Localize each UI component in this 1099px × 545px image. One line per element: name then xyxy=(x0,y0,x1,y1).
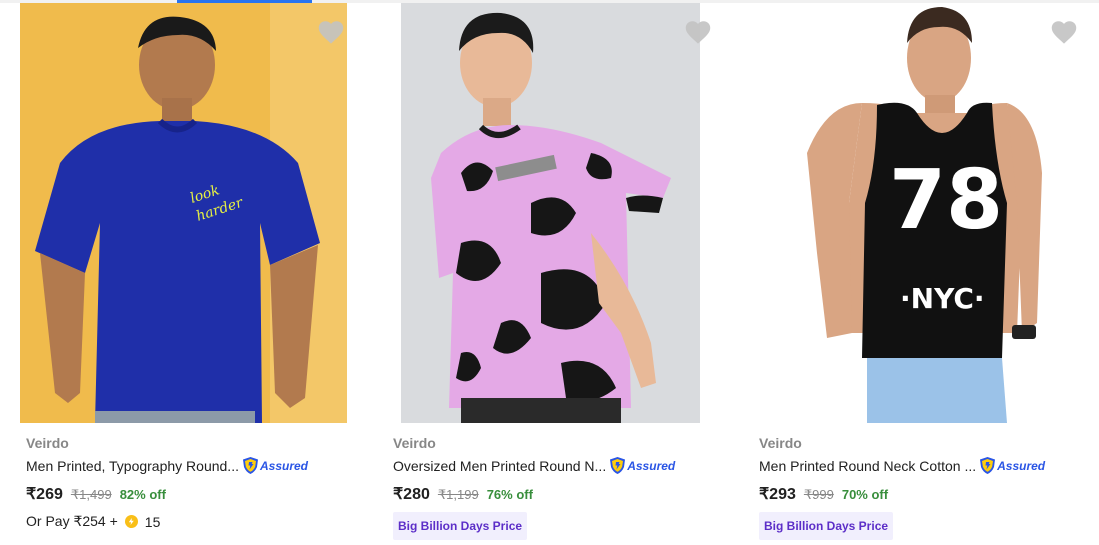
assured-label: Assured xyxy=(259,458,309,473)
product-image-container[interactable]: 78 ·NYC· xyxy=(753,3,1093,423)
product-brand: Veirdo xyxy=(26,435,69,451)
selling-price: ₹293 xyxy=(759,486,796,503)
svg-text:·NYC·: ·NYC· xyxy=(900,282,985,315)
assured-badge: Assured xyxy=(242,456,308,475)
original-price: ₹1,499 xyxy=(70,487,112,502)
product-title[interactable]: Men Printed, Typography Round... xyxy=(26,458,239,474)
assured-label: Assured xyxy=(627,458,676,473)
product-image-container[interactable]: look harder xyxy=(20,3,360,423)
deal-badge: Big Billion Days Price xyxy=(393,512,528,540)
wishlist-heart-icon[interactable] xyxy=(317,19,345,45)
product-photo-blue-tshirt[interactable]: look harder xyxy=(20,3,347,423)
price-row: ₹293 ₹999 70% off xyxy=(759,484,888,504)
discount-percent: 70% off xyxy=(841,487,889,502)
wishlist-heart-icon[interactable] xyxy=(1050,19,1078,45)
selling-price: ₹269 xyxy=(26,486,63,503)
price-row: ₹280 ₹1,199 76% off xyxy=(393,484,533,504)
original-price: ₹999 xyxy=(803,487,834,502)
assured-shield-icon xyxy=(242,457,258,474)
svg-text:78: 78 xyxy=(889,153,1003,248)
assured-badge: Assured xyxy=(979,456,1045,475)
discount-percent: 82% off xyxy=(119,487,166,502)
product-card-1[interactable]: look harder Veirdo Men Printed, Typograp… xyxy=(20,3,360,545)
product-card-2[interactable]: Veirdo Oversized Men Printed Round N... … xyxy=(387,3,727,545)
product-brand: Veirdo xyxy=(759,435,802,451)
product-card-3[interactable]: 78 ·NYC· Veirdo Men Printed Round Neck C… xyxy=(753,3,1093,545)
pay-with-coins-offer: Or Pay ₹254 + 15 xyxy=(26,513,160,530)
assured-label: Assured xyxy=(997,458,1046,473)
product-title[interactable]: Oversized Men Printed Round N... xyxy=(393,458,606,474)
discount-percent: 76% off xyxy=(486,487,533,502)
wishlist-heart-icon[interactable] xyxy=(684,19,712,45)
supercoin-icon xyxy=(124,515,138,528)
assured-badge: Assured xyxy=(609,456,675,475)
product-photo-pink-cow-print-tshirt[interactable] xyxy=(401,3,700,423)
product-title-row[interactable]: Oversized Men Printed Round N... Assured xyxy=(393,456,675,475)
original-price: ₹1,199 xyxy=(437,487,479,502)
product-image-container[interactable] xyxy=(387,3,727,423)
selling-price: ₹280 xyxy=(393,486,430,503)
product-title[interactable]: Men Printed Round Neck Cotton ... xyxy=(759,458,976,474)
assured-shield-icon xyxy=(610,457,626,474)
assured-shield-icon xyxy=(980,457,996,474)
product-title-row[interactable]: Men Printed, Typography Round... Assured xyxy=(26,456,308,475)
deal-badge: Big Billion Days Price xyxy=(759,512,894,540)
product-photo-black-nyc-vest[interactable]: 78 ·NYC· xyxy=(767,3,1079,423)
price-row: ₹269 ₹1,499 82% off xyxy=(26,484,166,504)
product-brand: Veirdo xyxy=(393,435,436,451)
pay-later-text: Or Pay ₹254 + xyxy=(26,513,118,529)
product-title-row[interactable]: Men Printed Round Neck Cotton ... Assure… xyxy=(759,456,1045,475)
coin-count: 15 xyxy=(144,513,161,530)
